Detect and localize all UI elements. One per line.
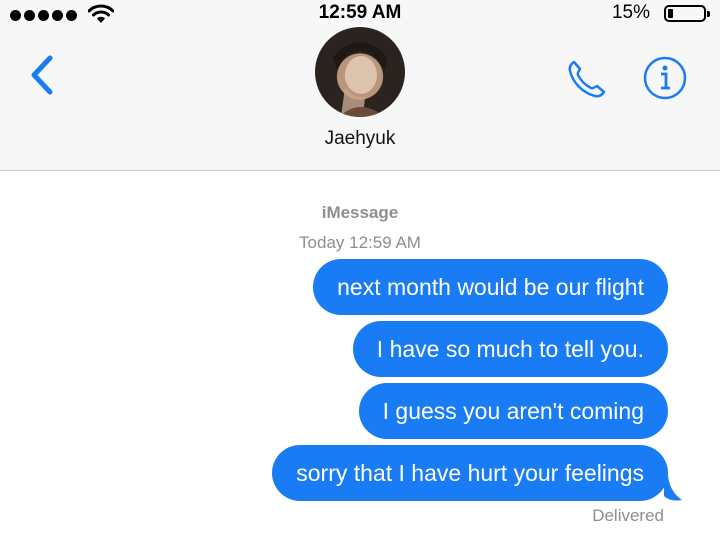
message-bubble[interactable]: I guess you aren't coming xyxy=(358,383,668,439)
avatar[interactable] xyxy=(315,27,405,117)
status-bar: 12:59 AM 15% xyxy=(0,0,720,28)
service-label: iMessage xyxy=(321,203,399,222)
bubble-tail xyxy=(664,476,682,501)
contact-name[interactable]: Jaehyuk xyxy=(0,128,720,150)
conversation-header: 12:59 AM 15% Jaehyuk xyxy=(0,0,720,171)
back-chevron-icon[interactable] xyxy=(26,52,60,98)
message-timestamp: Today 12:59 AM xyxy=(299,233,421,252)
phone-icon[interactable] xyxy=(564,56,610,102)
battery-level-fill xyxy=(668,9,673,18)
battery-icon xyxy=(664,5,710,22)
message-bubble[interactable]: next month would be our flight xyxy=(313,259,668,315)
delivery-status: Delivered xyxy=(592,506,664,525)
battery-percent: 15% xyxy=(611,2,650,23)
message-bubble[interactable]: sorry that I have hurt your feelings xyxy=(272,445,668,501)
info-icon[interactable] xyxy=(642,55,688,101)
message-bubble[interactable]: I have so much to tell you. xyxy=(352,321,668,377)
